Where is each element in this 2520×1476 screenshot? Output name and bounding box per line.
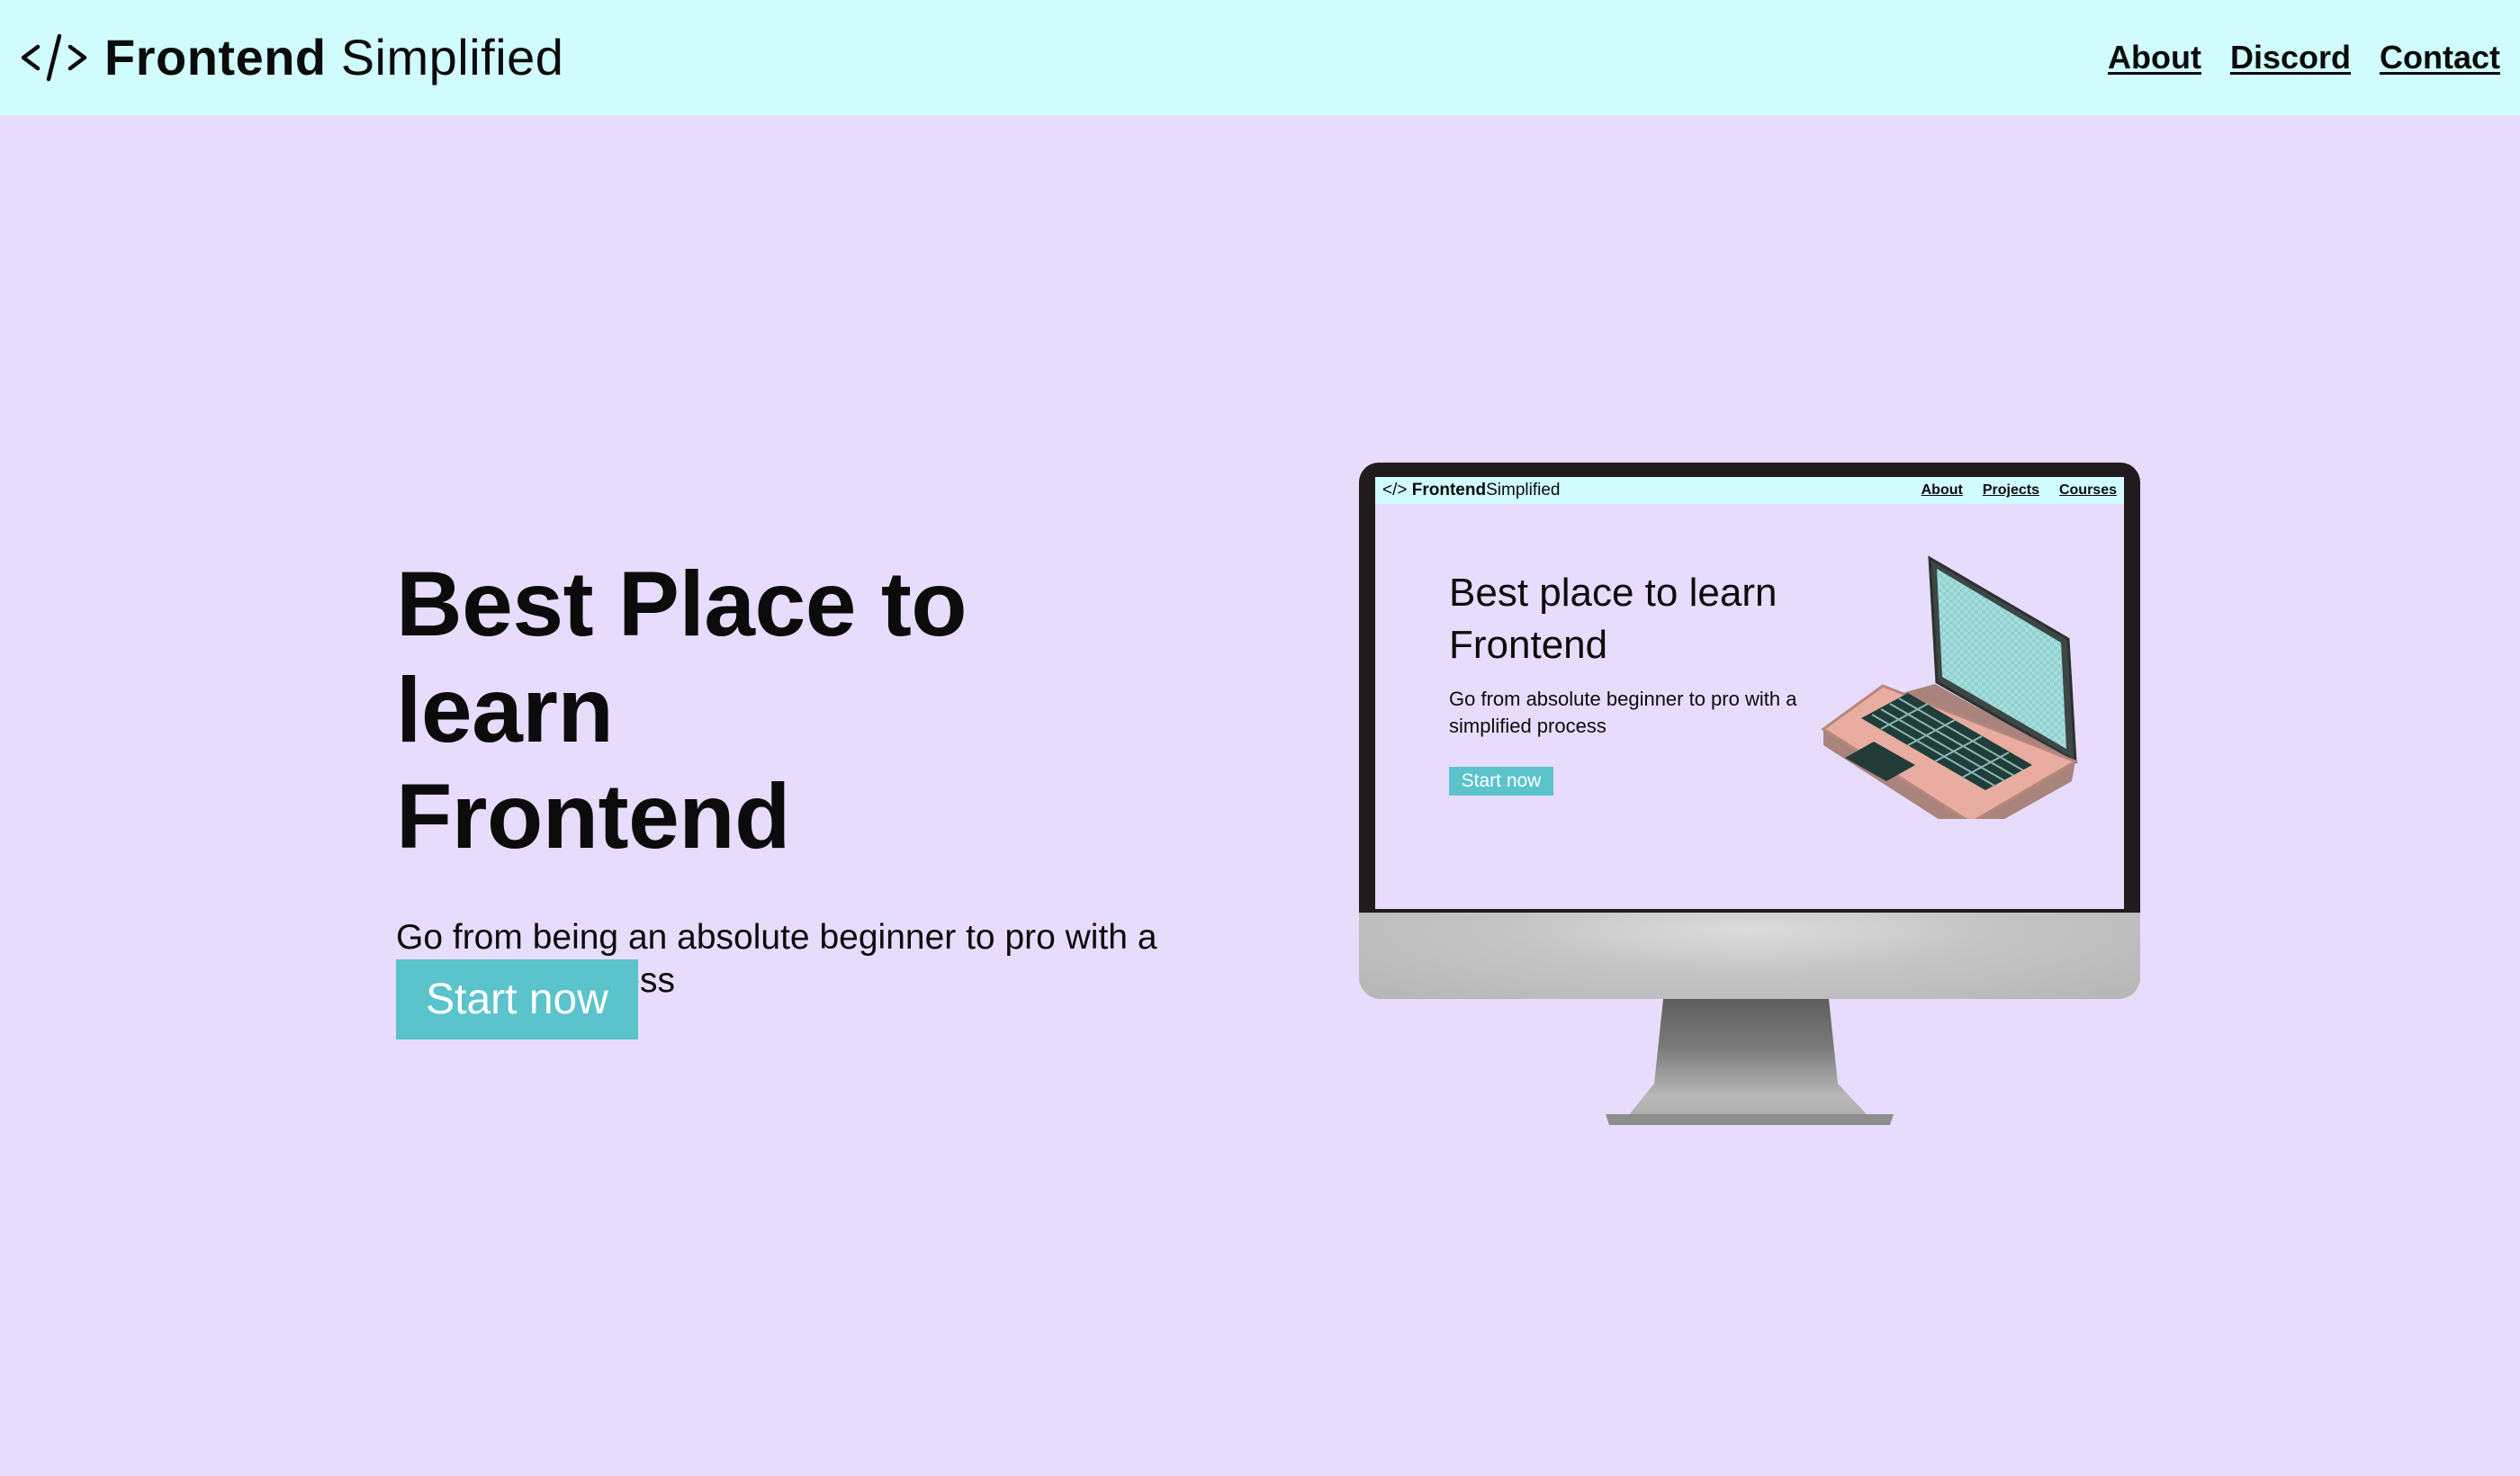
code-brackets-icon (21, 33, 87, 82)
monitor-chin (1359, 913, 2140, 999)
mini-start-button: Start now (1449, 767, 1553, 796)
monitor-illustration: </> FrontendSimplified About Projects Co… (1359, 463, 2140, 1125)
nav-link-discord[interactable]: Discord (2230, 39, 2351, 76)
monitor-screen: </> FrontendSimplified About Projects Co… (1375, 477, 2124, 909)
laptop-icon (1821, 555, 2079, 819)
nav-link-about[interactable]: About (2108, 39, 2201, 76)
top-navbar: Frontend Simplified About Discord Contac… (0, 0, 2520, 115)
nav-links: About Discord Contact (2108, 39, 2500, 76)
mini-nav-links: About Projects Courses (1922, 482, 2117, 499)
brand-name-light: Simplified (340, 29, 564, 86)
mini-link-about: About (1921, 482, 1963, 498)
mini-code-brackets-icon: </> (1382, 481, 1408, 500)
mini-brand-bold: Frontend (1411, 481, 1487, 500)
mini-navbar: </> FrontendSimplified About Projects Co… (1375, 477, 2124, 504)
monitor-bezel: </> FrontendSimplified About Projects Co… (1359, 463, 2140, 913)
hero-title-line1: Best Place to learn (396, 553, 968, 761)
brand-name: Frontend Simplified (104, 32, 563, 83)
mini-hero-title: Best place to learn Frontend (1449, 567, 1863, 671)
hero-title-line2: Frontend (396, 765, 790, 868)
brand-name-bold: Frontend (104, 29, 327, 86)
mini-brand: </> FrontendSimplified (1382, 481, 1560, 500)
mini-link-courses: Courses (2058, 482, 2117, 498)
hero-section: Best Place to learn Frontend Go from bei… (396, 551, 1206, 1040)
mini-title-line1: Best place to learn (1449, 571, 1778, 615)
mini-title-line2: Frontend (1449, 623, 1608, 667)
mini-brand-light: Simplified (1486, 481, 1561, 500)
start-now-button[interactable]: Start now (396, 959, 638, 1040)
mini-link-projects: Projects (1982, 482, 2039, 498)
hero-title: Best Place to learn Frontend (396, 551, 1206, 869)
brand-logo[interactable]: Frontend Simplified (20, 31, 563, 85)
mini-hero-subtitle: Go from absolute beginner to pro with a … (1449, 688, 1797, 737)
monitor-stand (1606, 999, 1894, 1125)
nav-link-contact[interactable]: Contact (2380, 39, 2500, 76)
